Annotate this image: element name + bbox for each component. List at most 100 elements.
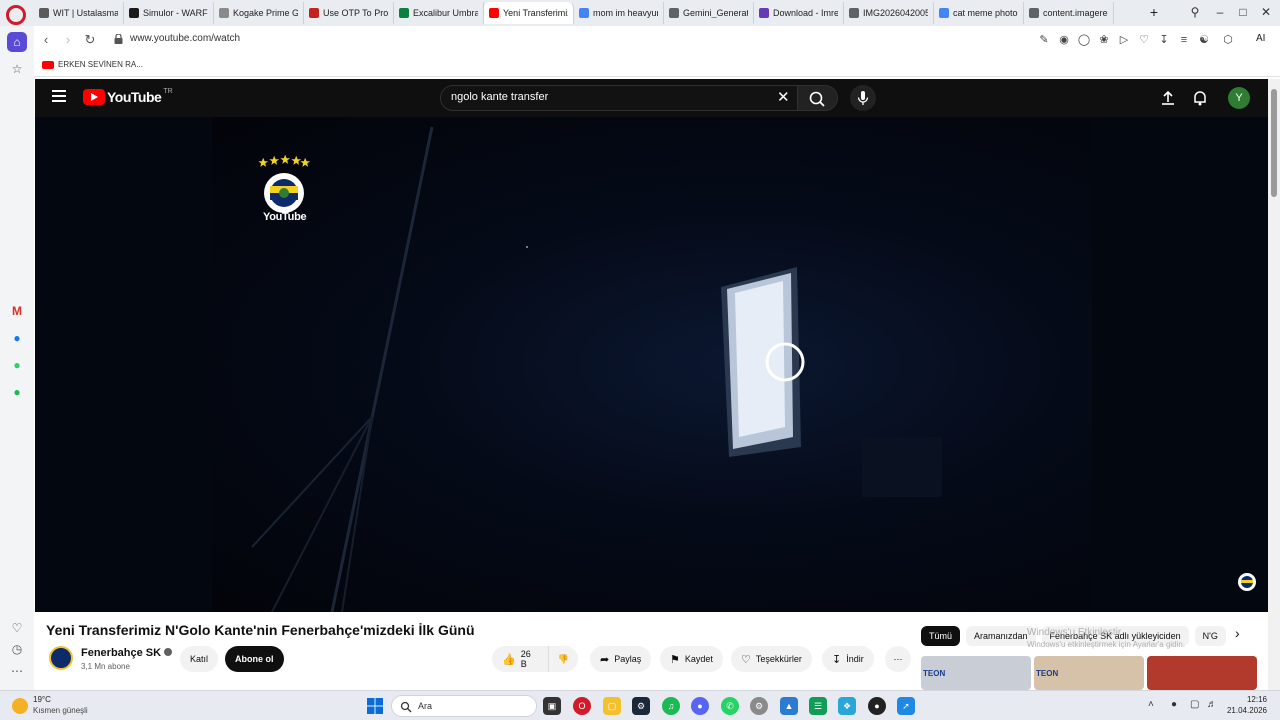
- dislike-button[interactable]: 👎: [548, 646, 578, 672]
- new-tab-button[interactable]: +: [1146, 4, 1162, 20]
- extensions-icon[interactable]: ⬡: [1221, 33, 1235, 47]
- play-icon[interactable]: ▷: [1117, 33, 1131, 47]
- related-thumbnail[interactable]: TEON: [921, 656, 1031, 690]
- network-icon[interactable]: ▢: [1190, 699, 1199, 710]
- task-view-icon[interactable]: ▣: [543, 697, 561, 715]
- network-app-icon[interactable]: ❖: [838, 697, 856, 715]
- browser-tab[interactable]: IMG20260420052115: [844, 2, 934, 24]
- upload-icon[interactable]: [1159, 89, 1177, 107]
- windows-start-icon[interactable]: [367, 698, 383, 714]
- address-url[interactable]: www.youtube.com/watch: [130, 33, 240, 44]
- chevron-right-icon[interactable]: ›: [1235, 625, 1240, 641]
- store-app-icon[interactable]: ➚: [897, 697, 915, 715]
- video-player[interactable]: YouTube: [35, 117, 1268, 612]
- search-button[interactable]: [798, 85, 838, 111]
- messenger-icon[interactable]: ●: [7, 328, 27, 348]
- camera-icon[interactable]: ◉: [1057, 33, 1071, 47]
- join-button[interactable]: Katıl: [180, 646, 219, 672]
- home-icon[interactable]: ⌂: [7, 32, 27, 52]
- aria-ai-button[interactable]: AI: [1256, 33, 1265, 44]
- game-app-icon[interactable]: ●: [868, 697, 886, 715]
- opera-taskbar-icon[interactable]: O: [573, 697, 591, 715]
- page-scrollbar[interactable]: [1268, 79, 1280, 690]
- star-icon[interactable]: ☆: [7, 59, 27, 79]
- clock-time[interactable]: 12:16: [1227, 695, 1267, 704]
- notepad-icon[interactable]: ☰: [809, 697, 827, 715]
- tab-label: cat meme photos -: [953, 8, 1018, 18]
- video-frame[interactable]: YouTube: [212, 117, 1092, 612]
- volume-icon[interactable]: ♬: [1207, 699, 1217, 710]
- heart-icon[interactable]: ♡: [7, 618, 27, 638]
- reload-icon[interactable]: ↻: [82, 32, 98, 48]
- profile-icon[interactable]: ☯: [1197, 33, 1211, 47]
- whatsapp-icon[interactable]: ●: [7, 355, 27, 375]
- subscribe-button[interactable]: Abone ol: [225, 646, 284, 672]
- browser-tab[interactable]: Gemini_Generated_: [664, 2, 754, 24]
- shield-icon[interactable]: ◯: [1077, 33, 1091, 47]
- clear-search-icon[interactable]: ✕: [777, 89, 790, 107]
- chip-all[interactable]: Tümü: [921, 626, 961, 646]
- like-button[interactable]: 👍 26 B: [492, 646, 548, 672]
- browser-tab[interactable]: content.imageresiz: [1024, 2, 1114, 24]
- spotify-icon[interactable]: ●: [7, 382, 27, 402]
- minimize-button[interactable]: –: [1210, 5, 1230, 19]
- download-button[interactable]: ↧ İndir: [822, 646, 874, 672]
- weather-condition[interactable]: Kısmen güneşli: [33, 706, 88, 715]
- notifications-bell-icon[interactable]: [1191, 89, 1209, 107]
- chip-from-search[interactable]: Aramanızdan: [966, 626, 1036, 646]
- download-icon[interactable]: ↧: [1157, 33, 1171, 47]
- settings-gear-icon[interactable]: ⚙: [750, 697, 768, 715]
- taskbar-search[interactable]: Ara: [391, 695, 537, 717]
- more-icon[interactable]: ⋯: [7, 661, 27, 681]
- back-arrow-icon[interactable]: ‹: [38, 32, 54, 48]
- bookmark-item[interactable]: ERKEN SEVİNEN RA...: [42, 60, 143, 69]
- history-icon[interactable]: ◷: [7, 639, 27, 659]
- whatsapp-taskbar-icon[interactable]: ✆: [721, 697, 739, 715]
- browser-tab-active[interactable]: Yeni Transferimiz N'Go: [484, 2, 574, 24]
- menu-lines-icon[interactable]: ≡: [1177, 33, 1191, 47]
- microphone-tray-icon[interactable]: ●: [1171, 699, 1177, 710]
- chip-more[interactable]: N'G: [1194, 626, 1226, 646]
- related-thumbnail[interactable]: TEON: [1034, 656, 1144, 690]
- browser-tab[interactable]: mom im heavyunit: [574, 2, 664, 24]
- browser-tab[interactable]: cat meme photos -: [934, 2, 1024, 24]
- share-button[interactable]: ➦ Paylaş: [590, 646, 652, 672]
- chevron-up-icon[interactable]: ˄: [1148, 699, 1154, 710]
- heart-icon[interactable]: ♡: [1137, 33, 1151, 47]
- edit-icon[interactable]: ✎: [1037, 33, 1051, 47]
- channel-watermark-icon[interactable]: [1237, 572, 1257, 592]
- thanks-button[interactable]: ♡ Teşekkürler: [731, 646, 812, 672]
- search-input[interactable]: [451, 91, 771, 103]
- maximize-button[interactable]: □: [1233, 5, 1253, 19]
- account-avatar[interactable]: Y: [1228, 87, 1250, 109]
- voice-search-button[interactable]: [850, 85, 876, 111]
- youtube-logo[interactable]: YouTube TR: [83, 88, 173, 105]
- hamburger-menu-icon[interactable]: [52, 90, 66, 104]
- scrollbar-thumb[interactable]: [1271, 89, 1277, 197]
- file-explorer-icon[interactable]: ▢: [603, 697, 621, 715]
- browser-tab[interactable]: Simulor - WARFRAM: [124, 2, 214, 24]
- weather-sun-icon[interactable]: [12, 698, 28, 714]
- opera-logo-icon[interactable]: [6, 5, 26, 25]
- browser-tab[interactable]: Excalibur Umbra'nın: [394, 2, 484, 24]
- channel-name[interactable]: Fenerbahçe SK: [81, 647, 173, 659]
- close-window-button[interactable]: ✕: [1256, 5, 1276, 19]
- more-actions-button[interactable]: ⋯: [885, 646, 911, 672]
- forward-arrow-icon[interactable]: ›: [60, 32, 76, 48]
- steam-icon[interactable]: ⚙: [632, 697, 650, 715]
- spotify-taskbar-icon[interactable]: ♫: [662, 697, 680, 715]
- gmail-icon[interactable]: M: [7, 301, 27, 321]
- save-button[interactable]: ⚑ Kaydet: [660, 646, 723, 672]
- photos-icon[interactable]: ▲: [780, 697, 798, 715]
- weather-temperature[interactable]: 19°C: [33, 695, 51, 704]
- vpn-icon[interactable]: ❀: [1097, 33, 1111, 47]
- discord-icon[interactable]: ●: [691, 697, 709, 715]
- clock-date[interactable]: 21.04.2026: [1217, 706, 1267, 715]
- search-tabs-icon[interactable]: ⚲: [1185, 5, 1205, 19]
- browser-tab[interactable]: Kogake Prime Gaun: [214, 2, 304, 24]
- browser-tab[interactable]: Use OTP To Proceed: [304, 2, 394, 24]
- browser-tab[interactable]: Download - Imresiz: [754, 2, 844, 24]
- channel-avatar[interactable]: [49, 646, 73, 670]
- browser-tab[interactable]: WIT | Ustalasma Tak: [34, 2, 124, 24]
- related-thumbnail[interactable]: [1147, 656, 1257, 690]
